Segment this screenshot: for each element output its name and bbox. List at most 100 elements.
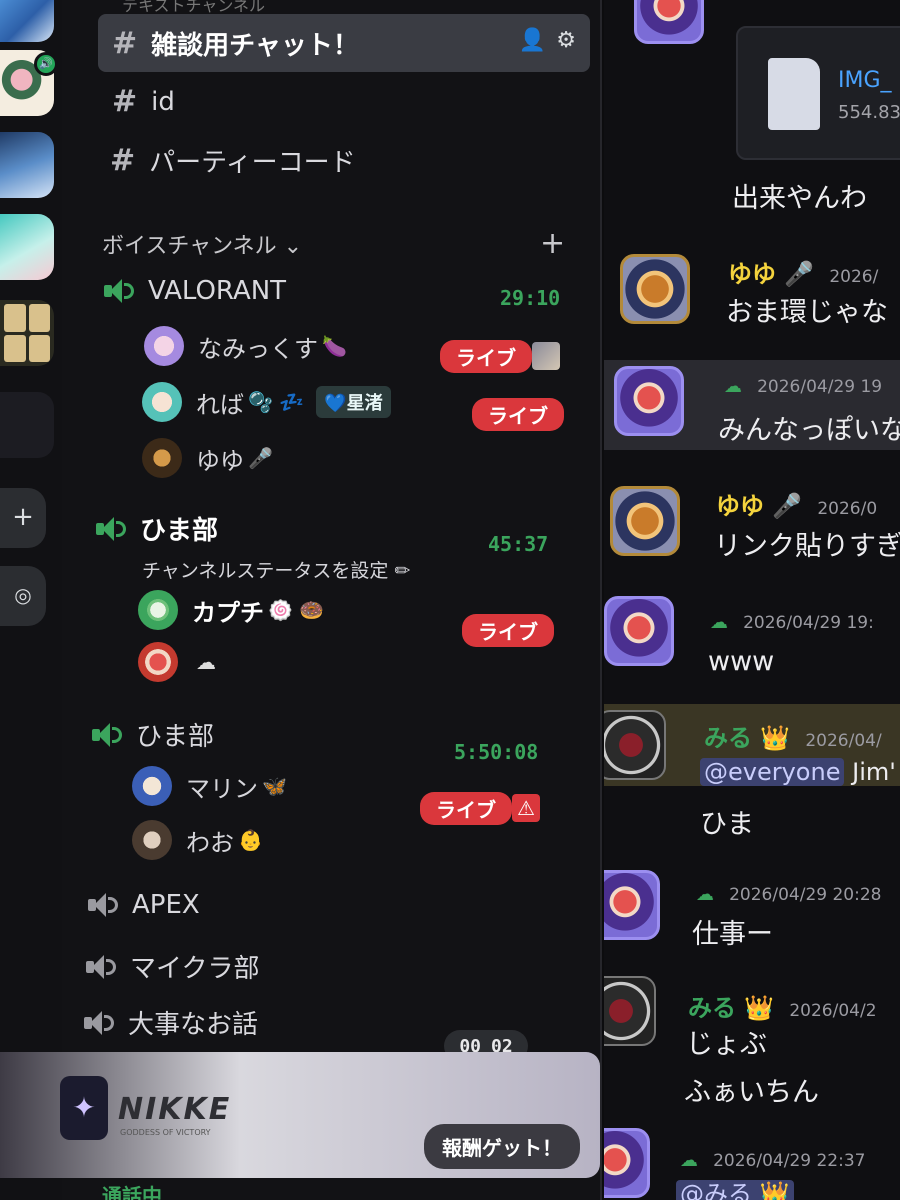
role-tag: 💙星渚 [316, 386, 391, 418]
avatar[interactable] [620, 254, 690, 324]
voice-user[interactable]: ゆゆ 🎤 [142, 438, 273, 478]
voice-category-toggle[interactable]: ボイスチャンネル ⌄ [102, 228, 302, 260]
speaker-icon [104, 279, 134, 303]
user-name: カプチ [192, 598, 264, 627]
voice-user[interactable]: カプチ 🍥 🍩 [138, 590, 324, 630]
voice-user[interactable]: マリン 🦋 [132, 766, 287, 806]
everyone-mention[interactable]: @everyone [700, 758, 845, 786]
add-channel-icon[interactable]: + [540, 226, 565, 261]
timestamp: 2026/04/29 19: [743, 613, 874, 633]
server-rail: 🔊 + ◎ [0, 0, 62, 1200]
sparkle-icon: ✦ [60, 1076, 108, 1140]
speaker-badge-icon: 🔊 [34, 52, 58, 76]
message-text: @everyone Jim' [700, 758, 896, 786]
stream-preview-thumb[interactable] [532, 342, 560, 370]
server-icon[interactable] [0, 132, 54, 198]
locked-speaker-icon [84, 1010, 114, 1035]
message-text: 出来やんわ [732, 183, 867, 214]
server-icon[interactable] [0, 392, 54, 458]
avatar[interactable] [604, 870, 660, 940]
voice-channel-himabu-2[interactable]: ひま部 [92, 716, 214, 753]
avatar[interactable] [604, 1128, 650, 1198]
timestamp: 2026/04/ [805, 731, 882, 751]
user-mention[interactable]: @みる 👑 [676, 1180, 794, 1200]
message-text: 仕事ー [692, 919, 773, 950]
server-icon[interactable] [0, 0, 54, 42]
user-name: なみっくす [198, 334, 318, 363]
message-text: リンク貼りすぎ [714, 531, 900, 562]
speaker-icon [96, 516, 126, 541]
file-icon [768, 58, 820, 130]
server-icon[interactable] [0, 214, 54, 280]
voice-user[interactable]: れば 🫧 💤 💙星渚 [142, 382, 391, 422]
author-name[interactable]: みる 👑 [688, 994, 774, 1022]
voice-user[interactable]: わお 👶 [132, 820, 263, 860]
timestamp: 2026/ [829, 267, 879, 287]
user-name: ゆゆ [196, 446, 244, 475]
message-header: みる 👑 2026/04/2 [688, 988, 877, 1023]
timestamp: 2026/04/2 [789, 1001, 877, 1021]
claim-reward-button[interactable]: 報酬ゲット！ [424, 1124, 580, 1169]
live-badge[interactable]: ライブ [472, 398, 564, 431]
avatar[interactable] [604, 976, 656, 1046]
author-name[interactable]: ☁ [724, 376, 742, 397]
voice-channel-label: ひま部 [136, 722, 215, 752]
warning-icon: ⚠ [512, 794, 540, 822]
status-emoji: 👶 [238, 828, 263, 852]
avatar-speaking [138, 590, 178, 630]
author-name[interactable]: ☁ [710, 612, 728, 633]
channel-label: 雑談用チャット！ [151, 30, 359, 61]
voice-channel-important[interactable]: 大事なお話 [84, 1004, 258, 1041]
voice-user[interactable]: ☁ [138, 642, 216, 682]
speaker-icon [86, 954, 116, 979]
avatar[interactable] [604, 710, 666, 780]
author-name[interactable]: ☁ [680, 1150, 698, 1171]
timestamp: 2026/04/29 19 [757, 377, 883, 397]
message-header: ☁ 2026/04/29 22:37 [680, 1150, 865, 1171]
live-badge[interactable]: ライブ [420, 792, 512, 825]
author-name[interactable]: ☁ [696, 884, 714, 905]
speaker-icon [88, 893, 118, 917]
message-header: ☁ 2026/04/29 19 [724, 376, 882, 397]
status-emoji: 🍆 [322, 334, 347, 358]
message-text: ひま [700, 809, 754, 840]
invite-user-icon[interactable]: 👤 [519, 28, 546, 53]
voice-channel-himabu[interactable]: ひま部 [96, 510, 218, 547]
file-name[interactable]: IMG_ [838, 68, 892, 93]
server-folder[interactable] [0, 300, 54, 366]
message-header: ☁ 2026/04/29 19: [710, 612, 874, 633]
hash-icon: # [112, 84, 138, 119]
message-text: www [708, 646, 775, 677]
channel-id[interactable]: # id [112, 84, 175, 119]
voice-channel-maikura[interactable]: マイクラ部 [86, 948, 259, 985]
avatar[interactable] [614, 366, 684, 436]
file-size: 554.83 [838, 102, 900, 123]
speaker-icon [92, 722, 122, 747]
avatar[interactable] [610, 486, 680, 556]
author-name[interactable]: ゆゆ 🎤 [716, 492, 802, 520]
voice-channel-valorant[interactable]: VALORANT [104, 276, 286, 306]
file-attachment[interactable]: IMG_ 554.83 [736, 26, 900, 160]
add-server-icon[interactable]: + [0, 488, 46, 548]
avatar[interactable] [634, 0, 704, 44]
avatar[interactable] [604, 596, 674, 666]
voice-channel-apex[interactable]: APEX [88, 890, 200, 920]
promo-banner[interactable]: ✦ NIKKE GODDESS OF VICTORY 報酬ゲット！ [0, 1052, 600, 1178]
channel-zatsudan[interactable]: # 雑談用チャット！ 👤 ⚙ [98, 14, 590, 72]
live-badge[interactable]: ライブ [440, 340, 532, 373]
message-header: ゆゆ 🎤 2026/0 [716, 486, 877, 521]
status-emoji: 🦋 [262, 774, 287, 798]
voice-channel-label: マイクラ部 [130, 954, 260, 984]
voice-user[interactable]: なみっくす 🍆 [144, 326, 347, 366]
channel-party-code[interactable]: # パーティーコード [110, 142, 356, 179]
author-name[interactable]: ゆゆ 🎤 [728, 260, 814, 288]
live-badge[interactable]: ライブ [462, 614, 554, 647]
message-text: おま環じゃな [726, 297, 888, 328]
author-name[interactable]: みる 👑 [704, 724, 790, 752]
discover-icon[interactable]: ◎ [0, 566, 46, 626]
gear-icon[interactable]: ⚙ [556, 28, 576, 53]
channel-status-setter[interactable]: チャンネルステータスを設定 ✏ [142, 556, 410, 583]
avatar [142, 438, 182, 478]
voice-timer: 5:50:08 [454, 740, 539, 764]
message-header: みる 👑 2026/04/ [704, 718, 882, 753]
